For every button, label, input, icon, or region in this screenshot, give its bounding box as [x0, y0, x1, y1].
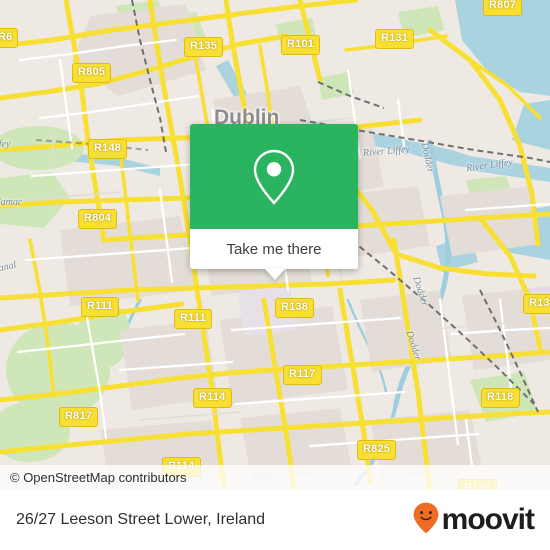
moovit-wordmark: moovit: [441, 503, 535, 536]
road-shield-r131-top[interactable]: R131: [375, 29, 415, 49]
road-shield-r118[interactable]: R118: [481, 388, 520, 408]
footer-bar: 26/27 Leeson Street Lower, Ireland moovi…: [0, 490, 550, 550]
road-shield-r114-mid[interactable]: R114: [193, 388, 232, 408]
road-shield-r817[interactable]: R817: [59, 407, 99, 427]
location-popup-card[interactable]: Take me there: [190, 124, 358, 280]
take-me-there-button[interactable]: Take me there: [190, 229, 358, 269]
water-label-camac: Camac: [0, 197, 23, 208]
road-shield-r138-mid[interactable]: R138: [275, 298, 315, 318]
moovit-logo[interactable]: moovit: [412, 501, 535, 540]
take-me-there-label: Take me there: [226, 240, 322, 258]
address-label: 26/27 Leeson Street Lower, Ireland: [16, 511, 266, 528]
moovit-smiley-pin-icon: [412, 501, 440, 540]
osm-attribution-bar: © OpenStreetMap contributors: [0, 465, 550, 490]
road-shield-r135[interactable]: R135: [184, 37, 224, 57]
road-shield-r6[interactable]: R6: [0, 28, 19, 48]
screenshot-root: .w { fill:#aad3e0; } .g { fill:#cfe7b8; …: [0, 0, 550, 550]
road-shield-r111-mid[interactable]: R111: [174, 309, 212, 329]
road-shield-r825[interactable]: R825: [357, 440, 397, 460]
road-shield-r804[interactable]: R804: [78, 209, 118, 229]
road-shield-r148[interactable]: R148: [88, 139, 128, 159]
road-shield-r805[interactable]: R805: [72, 63, 112, 83]
popup-card-pointer: [264, 268, 286, 280]
road-shield-r117[interactable]: R117: [283, 365, 322, 385]
popup-card-header: [190, 124, 358, 229]
map-canvas[interactable]: .w { fill:#aad3e0; } .g { fill:#cfe7b8; …: [0, 0, 550, 490]
road-shield-r111-left[interactable]: R111: [81, 297, 119, 317]
road-shield-r807[interactable]: R807: [483, 0, 523, 16]
water-label-liffey-left: ffey: [0, 139, 11, 150]
map-pin-icon: [251, 148, 297, 206]
road-shield-r131-right[interactable]: R131: [523, 294, 550, 314]
road-shield-r101[interactable]: R101: [281, 35, 321, 55]
osm-attribution-text: © OpenStreetMap contributors: [10, 470, 187, 485]
